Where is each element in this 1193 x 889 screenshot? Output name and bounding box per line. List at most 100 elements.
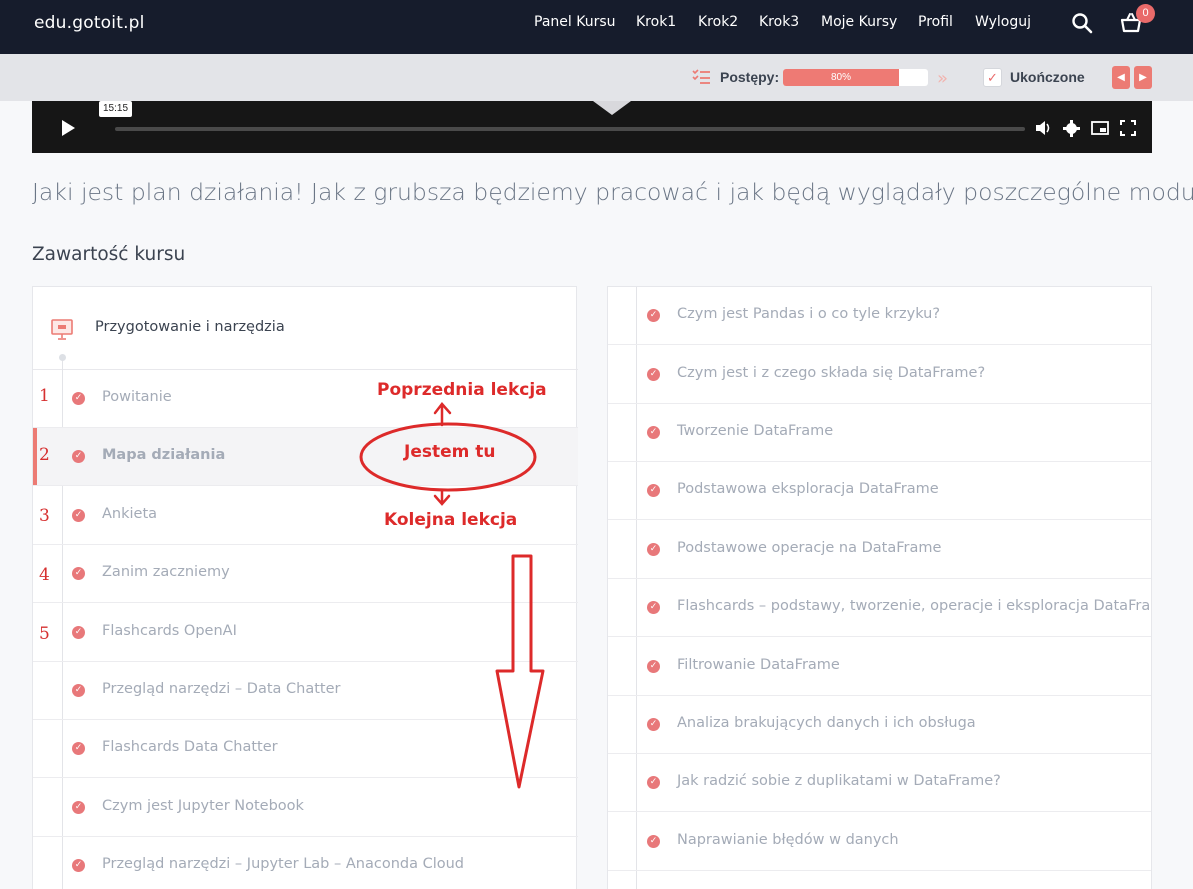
module-header[interactable]: Przygotowanie i narzędzia	[33, 287, 578, 370]
presentation-board-icon	[51, 319, 73, 340]
lesson-description: Jaki jest plan działania! Jak z grubsza …	[32, 178, 1193, 206]
completed-check-icon: ✓	[72, 509, 85, 522]
lesson-row[interactable]: ✓ Flashcards Data Chatter	[33, 720, 578, 778]
active-indicator	[33, 428, 37, 485]
brand-logo[interactable]: edu.gotoit.pl	[34, 13, 145, 33]
annotation-you-are-here: Jestem tu	[404, 442, 496, 462]
lesson-label[interactable]: Filtrowanie DataFrame	[677, 657, 840, 673]
completed-check-icon: ✓	[72, 626, 85, 639]
lesson-row[interactable]: ✓ Czym jest Jupyter Notebook	[33, 779, 578, 837]
lesson-row[interactable]: ✓ Przegląd narzędzi – Jupyter Lab – Anac…	[33, 837, 578, 889]
cart-count-badge: 0	[1136, 4, 1155, 23]
nav-wyloguj[interactable]: Wyloguj	[975, 14, 1031, 30]
next-lesson-button[interactable]: ▶	[1134, 66, 1152, 89]
lesson-row[interactable]: ✓ Podstawowe operacje na DataFrame	[608, 521, 1151, 579]
completed-check-icon: ✓	[647, 776, 660, 789]
checklist-icon	[692, 69, 710, 84]
progress-label: Postępy:	[720, 69, 780, 85]
progress-fill: 80%	[783, 69, 899, 86]
lesson-label[interactable]: Naprawianie błędów w danych	[677, 832, 899, 848]
lesson-label[interactable]: Podstawowa eksploracja DataFrame	[677, 481, 939, 497]
video-player: 15:15	[32, 101, 1152, 153]
time-tooltip: 15:15	[99, 101, 133, 117]
completed-check-icon: ✓	[647, 309, 660, 322]
completed-check-icon: ✓	[647, 426, 660, 439]
module-panel-right: ✓ Czym jest Pandas i o co tyle krzyku? ✓…	[607, 286, 1152, 889]
lesson-row[interactable]: ✓ Jak radzić sobie z duplikatami w DataF…	[608, 754, 1151, 812]
course-content-title: Zawartość kursu	[32, 244, 186, 265]
nav-profil[interactable]: Profil	[918, 14, 953, 30]
player-notch	[593, 101, 631, 115]
completed-checkbox[interactable]: ✓	[983, 68, 1002, 87]
completed-check-icon: ✓	[72, 859, 85, 872]
search-icon[interactable]	[1071, 12, 1093, 34]
completed-check-icon: ✓	[647, 835, 660, 848]
lesson-row[interactable]: ✓ Zanim zaczniemy	[33, 545, 578, 603]
completed-check-icon: ✓	[647, 368, 660, 381]
lesson-row[interactable]: ✓ Filtrowanie DataFrame	[608, 638, 1151, 696]
lesson-row[interactable]: ✓ Naprawianie błędów w danych	[608, 813, 1151, 871]
lesson-row[interactable]: ✓ Tworzenie DataFrame	[608, 404, 1151, 462]
nav-krok3[interactable]: Krok3	[759, 14, 799, 30]
lesson-row[interactable]: ✓ Analiza brakujących danych i ich obsłu…	[608, 696, 1151, 754]
lesson-label[interactable]: Zanim zaczniemy	[102, 564, 230, 580]
lesson-label[interactable]: Flashcards OpenAI	[102, 623, 237, 639]
completed-check-icon: ✓	[647, 718, 660, 731]
completed-check-icon: ✓	[647, 601, 660, 614]
lesson-row[interactable]: ✓ Przegląd narzędzi – Data Chatter	[33, 662, 578, 720]
lesson-label[interactable]: Flashcards – podstawy, tworzenie, operac…	[677, 598, 1151, 614]
lesson-label[interactable]: Ankieta	[102, 506, 157, 522]
completed-check-icon: ✓	[72, 567, 85, 580]
timeline-dot	[59, 354, 66, 361]
lesson-label[interactable]: Podstawowe operacje na DataFrame	[677, 540, 941, 556]
lesson-label[interactable]: Flashcards Data Chatter	[102, 739, 278, 755]
completed-check-icon: ✓	[647, 484, 660, 497]
lesson-label[interactable]: Powitanie	[102, 389, 172, 405]
lesson-row[interactable]: ✓ Flashcards OpenAI	[33, 604, 578, 662]
completed-check-icon: ✓	[647, 543, 660, 556]
video-scrubber[interactable]	[115, 127, 1025, 131]
lesson-label[interactable]: Przegląd narzędzi – Data Chatter	[102, 681, 340, 697]
lesson-label[interactable]: Przegląd narzędzi – Jupyter Lab – Anacon…	[102, 856, 464, 872]
nav-panel-kursu[interactable]: Panel Kursu	[534, 14, 616, 30]
nav-moje-kursy[interactable]: Moje Kursy	[821, 14, 897, 30]
pip-icon[interactable]	[1091, 120, 1109, 136]
play-icon[interactable]	[62, 120, 75, 136]
completed-check-icon: ✓	[72, 450, 85, 463]
annotation-next-lesson: Kolejna lekcja	[384, 510, 518, 530]
lesson-label[interactable]: Czym jest Jupyter Notebook	[102, 798, 304, 814]
completed-check-icon: ✓	[72, 801, 85, 814]
annotation-number-3: 3	[39, 506, 50, 526]
lesson-row[interactable]: ✓ Podstawowa eksploracja DataFrame	[608, 462, 1151, 520]
lesson-row[interactable]: ✓ Czym jest Pandas i o co tyle krzyku?	[608, 287, 1151, 345]
annotation-number-4: 4	[39, 565, 50, 585]
lesson-row[interactable]: ✓ Czym jest i z czego składa się DataFra…	[608, 346, 1151, 404]
completed-check-icon: ✓	[647, 660, 660, 673]
lesson-label[interactable]: Analiza brakujących danych i ich obsługa	[677, 715, 976, 731]
completed-check-icon: ✓	[72, 684, 85, 697]
lesson-label[interactable]: Tworzenie DataFrame	[677, 423, 833, 439]
progress-track: 80%	[783, 69, 928, 86]
lesson-row-active[interactable]: ✓ Mapa działania	[33, 428, 578, 486]
volume-icon[interactable]	[1035, 120, 1053, 136]
prev-lesson-button[interactable]: ◀	[1112, 66, 1130, 89]
completed-label: Ukończone	[1010, 69, 1085, 85]
double-chevron-right-icon[interactable]: »	[937, 68, 948, 89]
completed-check-icon: ✓	[72, 392, 85, 405]
nav-krok1[interactable]: Krok1	[636, 14, 676, 30]
annotation-number-1: 1	[39, 386, 50, 406]
lesson-label[interactable]: Mapa działania	[102, 447, 225, 463]
annotation-number-2: 2	[39, 445, 50, 465]
lesson-label[interactable]: Jak radzić sobie z duplikatami w DataFra…	[677, 773, 1001, 789]
top-nav: edu.gotoit.pl Panel Kursu Krok1 Krok2 Kr…	[0, 0, 1193, 54]
lesson-label[interactable]: Czym jest i z czego składa się DataFrame…	[677, 365, 985, 381]
lesson-label[interactable]: Czym jest Pandas i o co tyle krzyku?	[677, 306, 940, 322]
module-title: Przygotowanie i narzędzia	[95, 319, 285, 335]
nav-krok2[interactable]: Krok2	[698, 14, 738, 30]
annotation-number-5: 5	[39, 624, 50, 644]
settings-gear-icon[interactable]	[1063, 120, 1080, 137]
module-panel: Przygotowanie i narzędzia ✓ Powitanie ✓ …	[32, 286, 578, 889]
completed-check-icon: ✓	[72, 742, 85, 755]
lesson-row[interactable]: ✓ Flashcards – podstawy, tworzenie, oper…	[608, 579, 1151, 637]
fullscreen-icon[interactable]	[1120, 120, 1136, 136]
